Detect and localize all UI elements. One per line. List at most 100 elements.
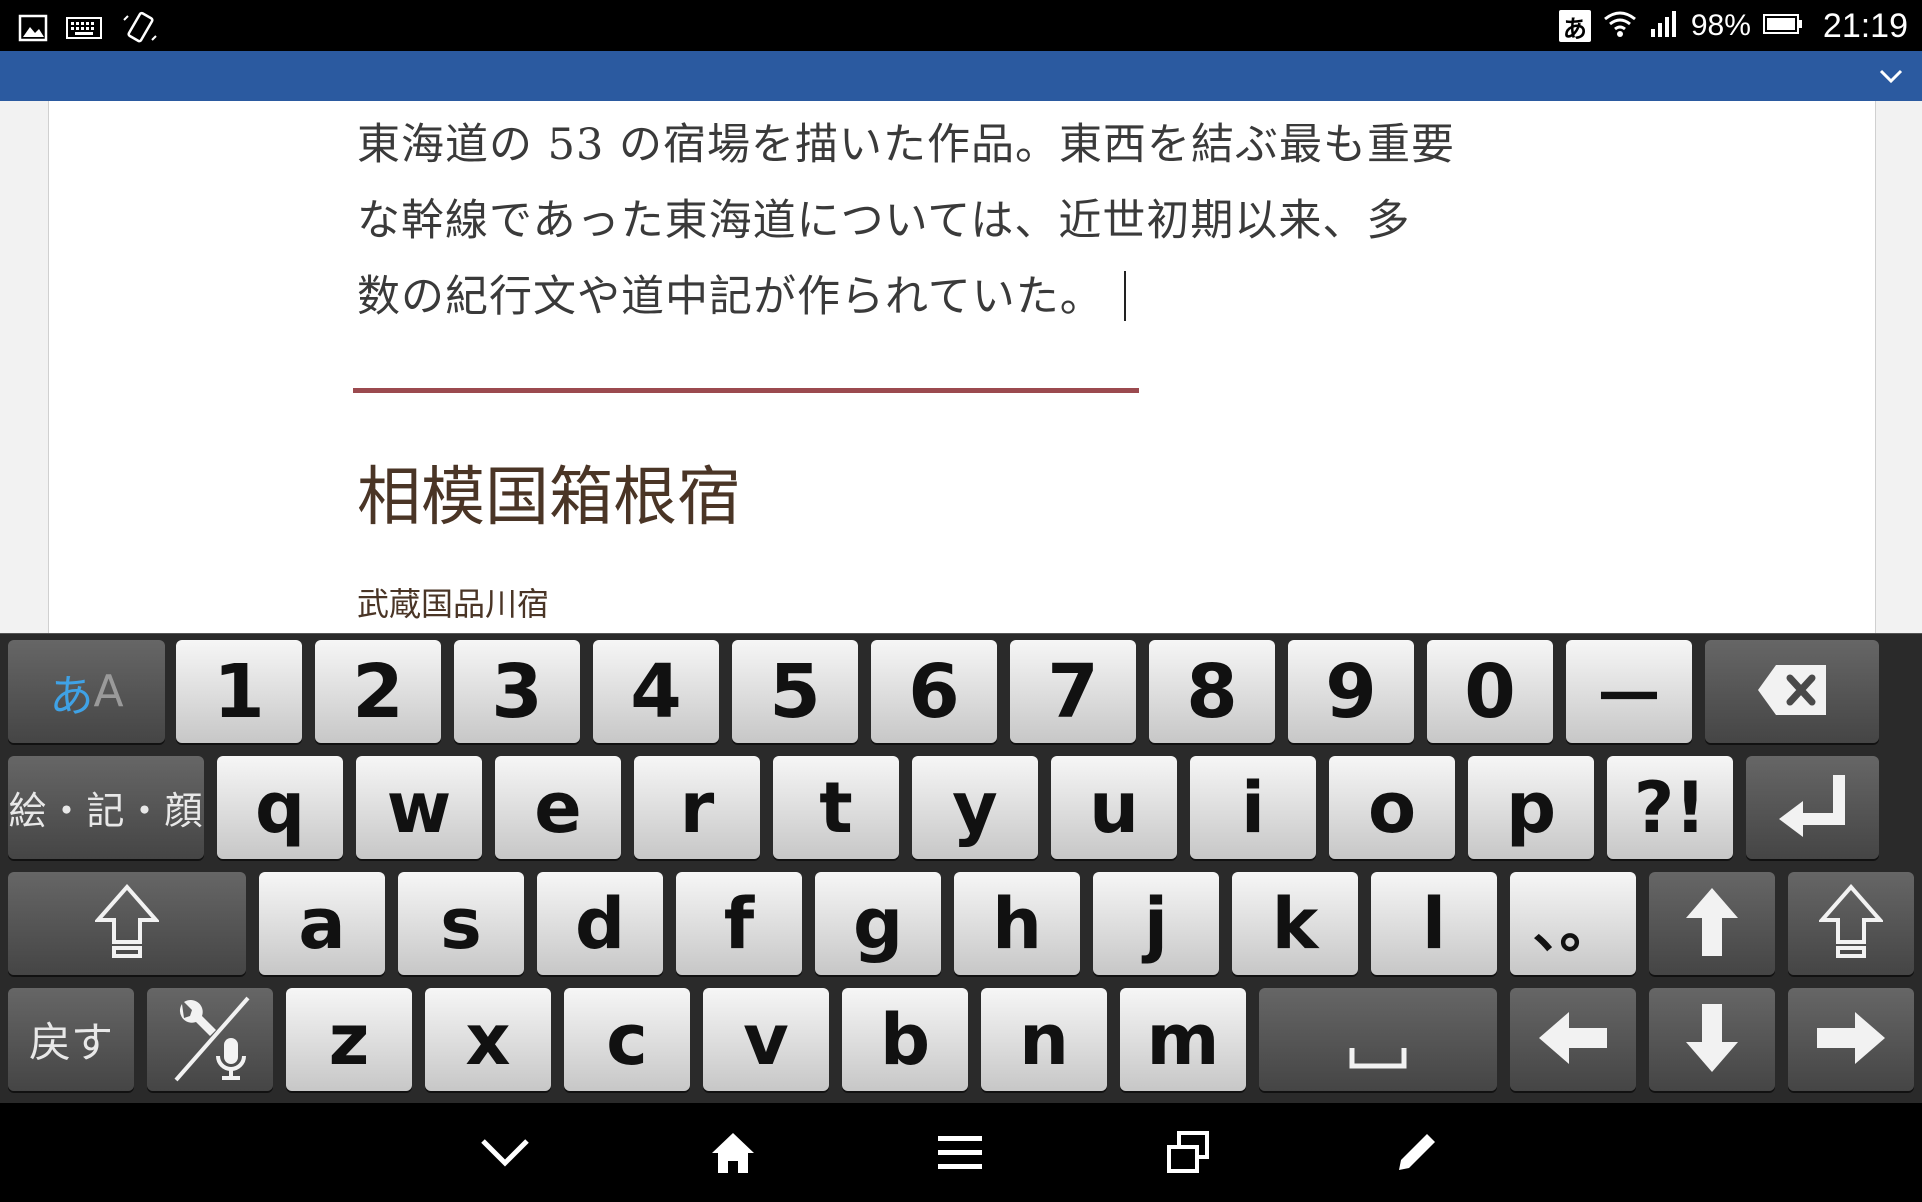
key-i[interactable]: i: [1190, 756, 1316, 859]
paragraph-line: 東海道の 53 の宿場を描いた作品。東西を結ぶ最も重要: [357, 120, 1456, 170]
wifi-icon: [1603, 9, 1637, 43]
key-label: 、。: [1532, 897, 1614, 960]
home-icon[interactable]: [701, 1121, 765, 1185]
key-g[interactable]: g: [815, 872, 941, 975]
battery-icon: [1762, 12, 1803, 40]
enter-icon: [1775, 771, 1851, 845]
key-j[interactable]: j: [1093, 872, 1219, 975]
space-key[interactable]: [1259, 988, 1497, 1091]
key-label: 6: [908, 648, 960, 735]
key-m[interactable]: m: [1120, 988, 1246, 1091]
key-label: n: [1019, 998, 1069, 1081]
key-label: 7: [1047, 648, 1099, 735]
key-h[interactable]: h: [954, 872, 1080, 975]
key-label: f: [723, 882, 755, 965]
hide-keyboard-icon[interactable]: [473, 1121, 537, 1185]
document-paragraph[interactable]: 東海道の 53 の宿場を描いた作品。東西を結ぶ最も重要 な幹線であった東海道につ…: [357, 107, 1657, 335]
cursor-right-key[interactable]: [1788, 988, 1914, 1091]
key-b[interactable]: b: [842, 988, 968, 1091]
key-9[interactable]: 9: [1288, 640, 1414, 743]
section-divider: [353, 388, 1139, 393]
soft-keyboard: あA 1 2 3 4 5 6 7 8 9 0 － 絵・記・顔 q w e r t…: [0, 633, 1922, 1104]
cursor-up-key[interactable]: [1649, 872, 1775, 975]
key-label: 戻す: [28, 1018, 113, 1067]
key-label: j: [1144, 882, 1168, 965]
enter-key[interactable]: [1746, 756, 1879, 859]
key-label: e: [534, 766, 582, 849]
key-8[interactable]: 8: [1149, 640, 1275, 743]
input-mode-key[interactable]: あA: [8, 640, 165, 743]
key-5[interactable]: 5: [732, 640, 858, 743]
key-dash[interactable]: －: [1566, 640, 1692, 743]
key-n[interactable]: n: [981, 988, 1107, 1091]
key-label: x: [465, 998, 511, 1081]
key-label: g: [852, 882, 904, 965]
key-x[interactable]: x: [425, 988, 551, 1091]
key-question-exclaim[interactable]: ?!: [1607, 756, 1733, 859]
recent-apps-icon[interactable]: [1156, 1121, 1220, 1185]
edit-icon[interactable]: [1384, 1121, 1448, 1185]
arrow-up-icon: [1684, 886, 1740, 962]
key-label: s: [440, 882, 482, 965]
key-label: z: [328, 998, 370, 1081]
key-7[interactable]: 7: [1010, 640, 1136, 743]
key-label: ?!: [1633, 766, 1707, 849]
key-0[interactable]: 0: [1427, 640, 1553, 743]
emoji-symbol-key[interactable]: 絵・記・顔: [8, 756, 204, 859]
key-label: 3: [491, 648, 543, 735]
key-label: c: [606, 998, 648, 1081]
document-page[interactable]: 東海道の 53 の宿場を描いた作品。東西を結ぶ最も重要 な幹線であった東海道につ…: [48, 101, 1876, 633]
key-k[interactable]: k: [1232, 872, 1358, 975]
key-2[interactable]: 2: [315, 640, 441, 743]
key-v[interactable]: v: [703, 988, 829, 1091]
cursor-left-key[interactable]: [1510, 988, 1636, 1091]
key-label: d: [574, 882, 626, 965]
key-label: i: [1241, 766, 1265, 849]
key-label: m: [1146, 998, 1220, 1081]
key-d[interactable]: d: [537, 872, 663, 975]
navigation-bar: [0, 1103, 1922, 1202]
key-f[interactable]: f: [676, 872, 802, 975]
key-1[interactable]: 1: [176, 640, 302, 743]
key-label: l: [1422, 882, 1446, 965]
key-q[interactable]: q: [217, 756, 343, 859]
key-t[interactable]: t: [773, 756, 899, 859]
menu-icon[interactable]: [928, 1121, 992, 1185]
undo-key[interactable]: 戻す: [8, 988, 134, 1091]
key-y[interactable]: y: [912, 756, 1038, 859]
key-label: y: [952, 766, 998, 849]
key-label: v: [743, 998, 789, 1081]
key-c[interactable]: c: [564, 988, 690, 1091]
settings-voice-key[interactable]: [147, 988, 273, 1091]
key-r[interactable]: r: [634, 756, 760, 859]
key-label: b: [879, 998, 931, 1081]
key-l[interactable]: l: [1371, 872, 1497, 975]
key-label: o: [1367, 766, 1417, 849]
key-w[interactable]: w: [356, 756, 482, 859]
status-bar-right: あ 98% 21:19: [1558, 4, 1908, 48]
backspace-key[interactable]: [1705, 640, 1879, 743]
mode-latin-label: A: [93, 666, 124, 717]
arrow-left-icon: [1537, 1010, 1609, 1070]
key-z[interactable]: z: [286, 988, 412, 1091]
key-label: 絵・記・顔: [8, 789, 204, 833]
section-subheading[interactable]: 武蔵国品川宿: [357, 579, 549, 625]
key-s[interactable]: s: [398, 872, 524, 975]
section-heading[interactable]: 相模国箱根宿: [357, 446, 741, 538]
key-u[interactable]: u: [1051, 756, 1177, 859]
key-punctuation[interactable]: 、。: [1510, 872, 1636, 975]
key-a[interactable]: a: [259, 872, 385, 975]
battery-percent: 98%: [1690, 9, 1751, 42]
key-4[interactable]: 4: [593, 640, 719, 743]
shift-key-left[interactable]: [8, 872, 246, 975]
shift-key-right[interactable]: [1788, 872, 1914, 975]
cursor-down-key[interactable]: [1649, 988, 1775, 1091]
key-o[interactable]: o: [1329, 756, 1455, 859]
key-p[interactable]: p: [1468, 756, 1594, 859]
key-e[interactable]: e: [495, 756, 621, 859]
key-label: h: [992, 882, 1042, 965]
key-3[interactable]: 3: [454, 640, 580, 743]
backspace-icon: [1756, 663, 1828, 721]
key-6[interactable]: 6: [871, 640, 997, 743]
chevron-down-icon[interactable]: [1876, 61, 1906, 95]
